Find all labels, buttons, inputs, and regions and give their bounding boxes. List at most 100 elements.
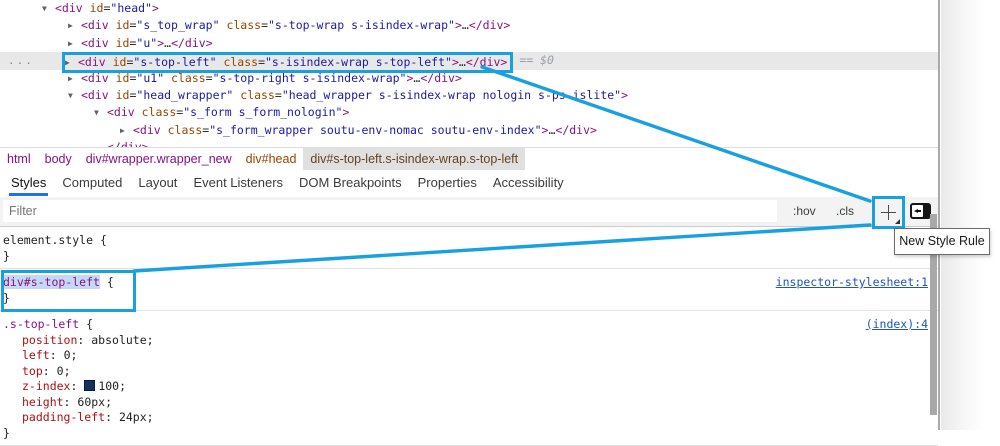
css-property-value[interactable]: absolute [91, 333, 146, 347]
attribute-name: class [220, 18, 262, 32]
attribute-name: id [109, 88, 130, 102]
semicolon: ; [119, 379, 126, 393]
markup-token: </div> [107, 140, 149, 147]
expand-arrow-icon[interactable]: ▶ [68, 35, 81, 52]
toggle-sidebar-icon[interactable] [910, 203, 931, 219]
tab-dom-breakpoints[interactable]: DOM Breakpoints [291, 170, 410, 197]
expand-arrow-icon[interactable]: ▶ [68, 17, 81, 34]
css-selector[interactable]: div#s-top-left [3, 275, 100, 289]
colon: : [64, 395, 78, 409]
tab-accessibility[interactable]: Accessibility [485, 170, 572, 197]
open-brace: { [100, 275, 114, 289]
tab-layout[interactable]: Layout [130, 170, 185, 197]
devtools-panel: ▼<div id="head">▶<div id="s_top_wrap" cl… [0, 0, 940, 430]
css-property-value[interactable]: 24px [119, 410, 147, 424]
markup-token: <div [55, 1, 83, 15]
expand-arrow-icon[interactable]: ▶ [68, 70, 81, 87]
css-declaration[interactable]: padding-left: 24px; [3, 410, 938, 426]
css-declaration[interactable]: position: absolute; [3, 333, 938, 349]
css-property-value[interactable]: 0 [57, 364, 64, 378]
markup-token: <div [78, 55, 106, 69]
new-style-rule-button[interactable] [872, 196, 905, 229]
css-declaration[interactable]: left: 0; [3, 348, 938, 364]
css-property-name[interactable]: height [22, 395, 64, 409]
markup-token: <div [81, 88, 109, 102]
css-property-name[interactable]: padding-left [22, 410, 105, 424]
stylesheet-source-link[interactable]: (index):4 [866, 317, 928, 331]
longpress-triangle-icon [895, 219, 900, 224]
dom-node[interactable]: ▼<div id="head"> [0, 0, 938, 17]
stylesheet-source-link[interactable]: inspector-stylesheet:1 [776, 275, 928, 289]
markup-token: > [152, 1, 159, 15]
markup-token: </div> [466, 55, 508, 69]
colon: : [77, 333, 91, 347]
css-selector[interactable]: element.style [3, 233, 93, 247]
expand-arrow-icon[interactable]: ▶ [120, 122, 133, 139]
pseudo-state-toggle[interactable]: :hov [793, 197, 816, 226]
css-declaration[interactable]: z-index: 100; [3, 379, 938, 395]
css-property-name[interactable]: z-index [22, 379, 70, 393]
dom-node[interactable]: ▶<div id="s_top_wrap" class="s-top-wrap … [0, 17, 938, 34]
breadcrumb: htmlbodydiv#wrapper.wrapper_newdiv#headd… [0, 147, 938, 171]
markup-token: = [258, 55, 265, 69]
collapse-arrow-icon[interactable]: ▼ [68, 87, 81, 104]
css-property-name[interactable]: position [22, 333, 77, 347]
attribute-name: class [217, 55, 259, 69]
markup-token: <div [81, 36, 109, 50]
styles-pane: element.style {} div#s-top-left {}inspect… [0, 227, 938, 430]
styles-filter-input[interactable] [3, 200, 777, 222]
css-property-value[interactable]: 60px [77, 395, 105, 409]
close-brace: } [3, 249, 938, 265]
value-swatch-icon[interactable] [84, 380, 95, 391]
attribute-value: "head_wrapper s-isindex-wrap nologin s-p… [282, 88, 621, 102]
markup-token: </div> [171, 36, 213, 50]
new-style-rule-tooltip: New Style Rule [894, 228, 990, 255]
tab-properties[interactable]: Properties [410, 170, 485, 197]
markup-token: <div [81, 18, 109, 32]
sidebar-tab-bar: StylesComputedLayoutEvent ListenersDOM B… [0, 170, 941, 197]
attribute-value: "s-top-wrap s-isindex-wrap" [268, 18, 455, 32]
breadcrumb-item[interactable]: body [38, 148, 79, 170]
dom-node[interactable]: ▶<div id="u1" class="s-top-right s-isind… [0, 70, 938, 87]
attribute-value: "s_top_wrap" [136, 18, 219, 32]
dom-node[interactable]: ▶<div id="u">…</div> [0, 35, 938, 52]
semicolon: ; [64, 364, 71, 378]
attribute-value: "s-isindex-wrap s-top-left" [265, 55, 452, 69]
panel-right-border [938, 0, 940, 430]
css-declaration[interactable]: height: 60px; [3, 395, 938, 411]
markup-token: <div [81, 71, 109, 85]
markup-token: = [261, 18, 268, 32]
tab-event-listeners[interactable]: Event Listeners [185, 170, 291, 197]
css-property-value[interactable]: 0 [64, 348, 71, 362]
markup-token: = [275, 88, 282, 102]
semicolon: ; [147, 333, 154, 347]
css-rule: div#s-top-left {}inspector-stylesheet:1 [0, 269, 938, 311]
dom-node-selected[interactable]: ...▶<div id="s-top-left" class="s-isinde… [0, 52, 938, 69]
breadcrumb-item[interactable]: div#s-top-left.s-isindex-wrap.s-top-left [303, 148, 525, 170]
attribute-value: "s-top-right s-isindex-wrap" [213, 71, 407, 85]
css-property-value[interactable]: 100 [98, 379, 119, 393]
class-toggle[interactable]: .cls [836, 197, 854, 226]
dom-node[interactable]: ▼<div class="s_form s_form_nologin"> [0, 104, 938, 121]
tab-computed[interactable]: Computed [54, 170, 130, 197]
breadcrumb-item[interactable]: div#wrapper.wrapper_new [79, 148, 239, 170]
css-declaration[interactable]: top: 0; [3, 364, 938, 380]
breadcrumb-item[interactable]: div#head [239, 148, 304, 170]
css-property-name[interactable]: left [22, 348, 50, 362]
collapse-arrow-icon[interactable]: ▼ [94, 104, 107, 121]
markup-token: > [452, 55, 459, 69]
css-property-name[interactable]: top [22, 364, 43, 378]
overflow-dots-marker[interactable]: ... [8, 52, 34, 69]
dom-node[interactable]: ▶<div class="s_form_wrapper soutu-env-no… [0, 122, 938, 139]
attribute-name: class [164, 71, 206, 85]
collapse-arrow-icon[interactable]: ▼ [42, 0, 55, 17]
styles-toolbar: :hov .cls [0, 197, 938, 227]
dom-node[interactable]: </div> [0, 139, 938, 147]
dom-node[interactable]: ▼<div id="head_wrapper" class="head_wrap… [0, 87, 938, 104]
css-selector[interactable]: .s-top-left [3, 317, 79, 331]
expand-arrow-icon[interactable]: ▶ [65, 55, 78, 70]
markup-token: = [206, 71, 213, 85]
tab-styles[interactable]: Styles [3, 170, 54, 197]
semicolon: ; [147, 410, 154, 424]
breadcrumb-item[interactable]: html [0, 148, 38, 170]
